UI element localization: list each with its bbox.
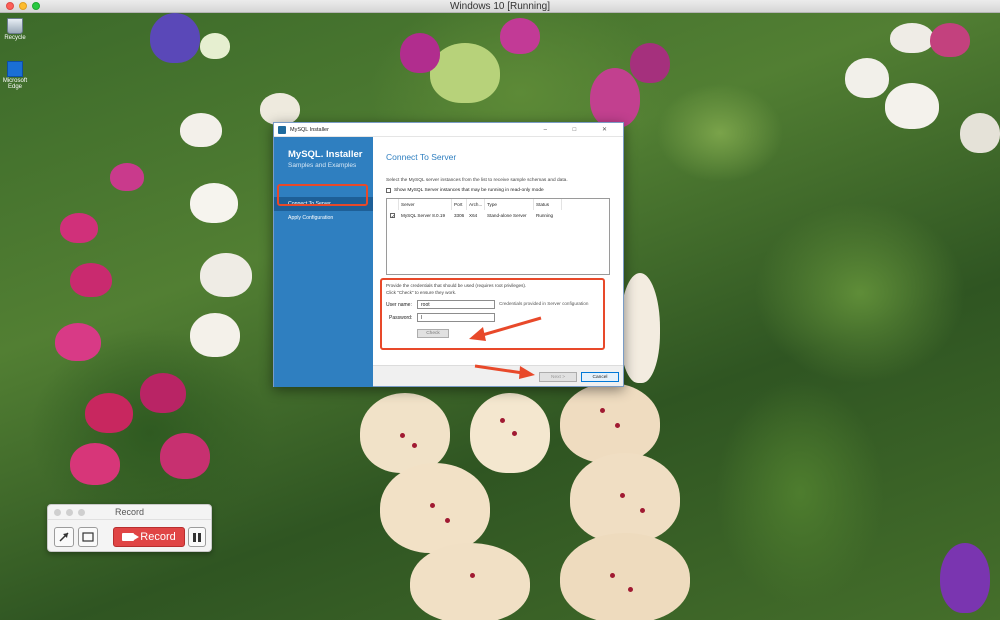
row-select-cell[interactable]	[387, 210, 399, 223]
annotation-nav-highlight	[277, 184, 368, 206]
host-window-title: Windows 10 [Running]	[449, 1, 551, 12]
cell-arch: X64	[469, 213, 478, 218]
recorder-title: Record	[114, 507, 144, 517]
installer-sidebar: MySQL. Installer Samples and Examples Co…	[274, 137, 373, 387]
recycle-bin-icon	[7, 18, 23, 34]
cell-server: MySQL Server 8.0.19	[401, 213, 445, 218]
page-description: Select the MySQL server instances from t…	[386, 178, 568, 183]
logo-sub-text: Samples and Examples	[288, 162, 357, 169]
recorder-close-button[interactable]	[54, 509, 61, 516]
recycle-bin-desktop-icon[interactable]: Recycle	[0, 18, 30, 41]
annotation-arrow-next-icon	[474, 364, 535, 379]
col-header-status[interactable]: Status	[534, 199, 562, 210]
edge-icon	[7, 61, 23, 77]
nav-item-apply-configuration[interactable]: Apply Configuration	[274, 215, 373, 221]
window-frame-icon	[82, 532, 94, 542]
recorder-minimize-button[interactable]	[66, 509, 73, 516]
cell-type: Stand-alone Server	[487, 213, 527, 218]
col-header-arch[interactable]: Arch...	[467, 199, 485, 210]
table-row[interactable]: MySQL Server 8.0.19 3306 X64 Stand-alone…	[387, 210, 609, 223]
col-header-port[interactable]: Port	[452, 199, 467, 210]
select-area-tool[interactable]	[54, 527, 74, 547]
zoom-window-button[interactable]	[32, 2, 40, 10]
mysql-app-icon	[278, 126, 286, 134]
cell-status: Running	[536, 213, 554, 218]
pause-button[interactable]	[188, 527, 206, 547]
close-window-button[interactable]	[6, 2, 14, 10]
mysql-installer-logo: MySQL. Installer Samples and Examples	[274, 137, 373, 169]
host-titlebar: Windows 10 [Running]	[0, 0, 1000, 13]
readonly-checkbox-box[interactable]	[386, 188, 391, 193]
installer-titlebar: MySQL Installer – □ ✕	[274, 123, 623, 137]
col-header-select	[387, 199, 399, 210]
record-button-label: Record	[140, 531, 176, 543]
annotation-arrow-password-icon	[469, 316, 542, 341]
window-capture-tool[interactable]	[78, 527, 98, 547]
col-header-type[interactable]: Type	[485, 199, 534, 210]
col-header-server[interactable]: Server	[399, 199, 452, 210]
pause-icon	[193, 532, 196, 542]
window-controls[interactable]: – □ ✕	[544, 123, 619, 137]
video-camera-icon	[122, 533, 140, 541]
logo-main-text: MySQL. Installer	[288, 149, 363, 160]
record-button[interactable]: Record	[113, 527, 185, 547]
screen-recorder-widget: Record Record	[47, 504, 212, 552]
server-row-checkbox[interactable]	[390, 212, 395, 223]
next-button[interactable]: Next >	[539, 372, 577, 382]
cell-port: 3306	[454, 213, 465, 218]
recorder-titlebar: Record	[48, 505, 211, 520]
page-title: Connect To Server	[386, 152, 457, 162]
edge-desktop-icon[interactable]: Microsoft Edge	[0, 61, 30, 90]
recorder-zoom-button[interactable]	[78, 509, 85, 516]
show-readonly-checkbox[interactable]: Show MySQL Server instances that may be …	[386, 188, 544, 193]
installer-title: MySQL Installer	[290, 127, 329, 133]
arrow-pointer-icon	[59, 532, 69, 542]
cancel-button[interactable]: Cancel	[581, 372, 619, 382]
show-readonly-label: Show MySQL Server instances that may be …	[394, 188, 544, 193]
table-header: Server Port Arch... Type Status	[387, 199, 609, 210]
minimize-window-button[interactable]	[19, 2, 27, 10]
server-instances-table: Server Port Arch... Type Status MySQL Se…	[386, 198, 610, 275]
